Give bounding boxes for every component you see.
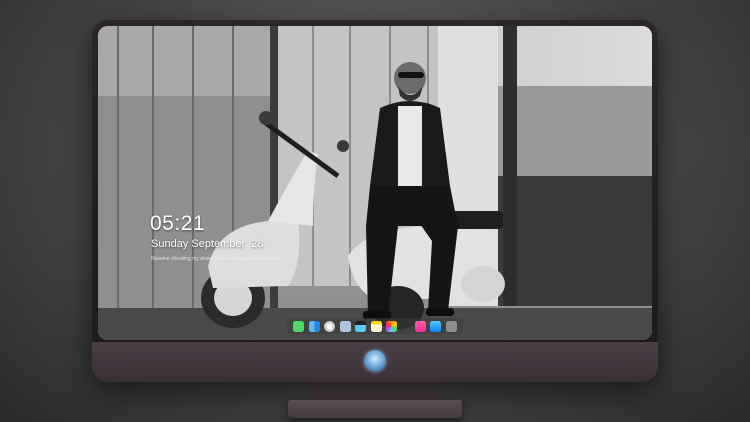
clock-date: Sunday September 28 xyxy=(151,238,264,250)
clock-time: 05:21 xyxy=(150,212,206,235)
app-store-icon[interactable] xyxy=(430,320,442,332)
lock-screen[interactable]: 05:21 Sunday September 28 Resume checkin… xyxy=(98,26,652,340)
claquette-icon[interactable] xyxy=(355,320,367,332)
camera-icon[interactable] xyxy=(445,320,457,332)
lock-hint-text: Resume checking my drives in the next st… xyxy=(151,256,283,262)
brand-logo-icon xyxy=(364,350,386,372)
photos-icon[interactable] xyxy=(386,320,398,332)
finder-icon[interactable] xyxy=(308,320,320,332)
safari-icon[interactable] xyxy=(324,320,336,332)
preview-icon[interactable] xyxy=(339,320,351,332)
dock xyxy=(287,318,463,334)
monitor: 05:21 Sunday September 28 Resume checkin… xyxy=(92,20,658,382)
monitor-chin xyxy=(92,342,658,382)
itunes-icon[interactable] xyxy=(414,320,426,332)
monitor-stand-base xyxy=(288,400,462,418)
messages-icon[interactable] xyxy=(293,320,305,332)
wallpaper-photo xyxy=(98,26,652,340)
notes-icon[interactable] xyxy=(370,320,382,332)
